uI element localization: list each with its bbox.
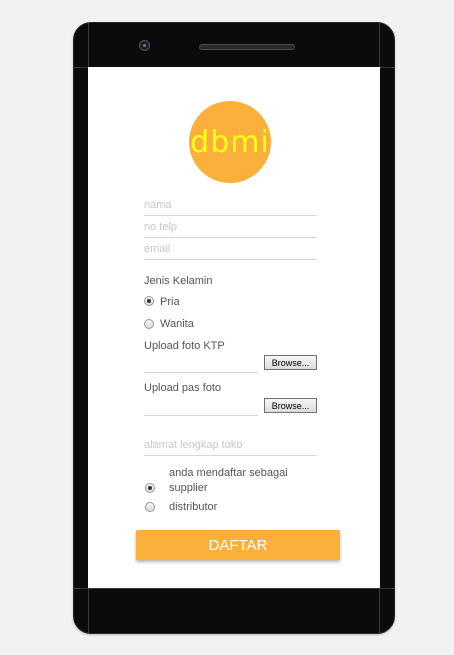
ktp-file-field[interactable] — [144, 372, 258, 373]
ktp-upload-label: Upload foto KTP — [144, 340, 225, 352]
phone-bottom-divider — [74, 588, 394, 589]
registration-screen: dbmi Jenis Kelamin Pria Wanita Upload fo… — [88, 67, 380, 588]
gender-label: Jenis Kelamin — [144, 275, 213, 287]
radio-wanita[interactable] — [144, 319, 154, 329]
radio-supplier[interactable] — [145, 483, 155, 493]
radio-pria-label[interactable]: Pria — [160, 296, 180, 308]
nama-input[interactable] — [144, 194, 317, 216]
dbmi-logo: dbmi — [189, 101, 271, 183]
logo-text: dbmi — [190, 124, 270, 160]
role-label: anda mendaftar sebagai — [169, 467, 288, 479]
telp-input[interactable] — [144, 216, 317, 238]
radio-distributor-label[interactable]: distributor — [169, 501, 217, 513]
pasfoto-file-field[interactable] — [144, 415, 258, 416]
speaker-grille — [199, 44, 295, 50]
pasfoto-browse-button[interactable]: Browse... — [264, 398, 317, 413]
radio-wanita-label[interactable]: Wanita — [160, 318, 194, 330]
daftar-button[interactable]: DAFTAR — [136, 530, 340, 560]
page: dbmi Jenis Kelamin Pria Wanita Upload fo… — [0, 0, 454, 655]
radio-supplier-label[interactable]: supplier — [169, 482, 208, 494]
pasfoto-upload-label: Upload pas foto — [144, 382, 222, 394]
radio-pria[interactable] — [144, 296, 154, 306]
email-input[interactable] — [144, 238, 317, 260]
camera-icon — [139, 40, 150, 51]
radio-distributor[interactable] — [145, 502, 155, 512]
ktp-browse-button[interactable]: Browse... — [264, 355, 317, 370]
alamat-input[interactable] — [144, 434, 317, 456]
